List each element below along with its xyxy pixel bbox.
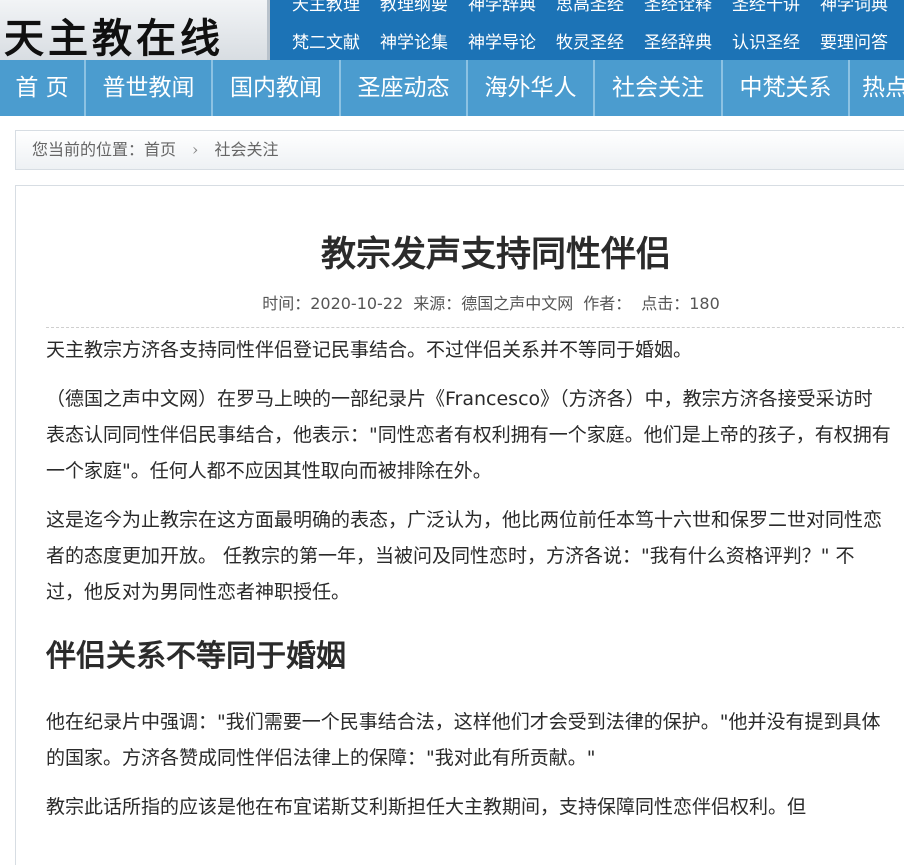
site-logo[interactable]: 天主教在线 [0,0,270,62]
toplink-theology-glossary[interactable]: 神学词典 [820,0,888,16]
article-time: 时间：2020-10-22 [262,294,404,313]
toplink-catechism[interactable]: 天主教理 [292,0,360,16]
toplink-bible-commentary[interactable]: 圣经诠释 [644,0,712,16]
breadcrumb-home-link[interactable]: 首页 [144,140,176,159]
article-container: 教宗发声支持同性伴侣 时间：2020-10-22 来源：德国之声中文网 作者： 点击：… [15,185,904,865]
toplink-sigao-bible[interactable]: 思高圣经 [556,0,624,16]
toplink-pastoral-bible[interactable]: 牧灵圣经 [556,32,624,54]
nav-sino-vatican[interactable]: 中梵关系 [723,60,850,116]
article-paragraph: 这是迄今为止教宗在这方面最明确的表态，广泛认为，他比两位前任本笃十六世和保罗二世… [46,509,883,603]
article-paragraph: 教宗此话所指的应该是他在布宜诺斯艾利斯担任大主教期间，支持保障同性恋伴侣权利。但 [46,796,807,818]
nav-holy-see[interactable]: 圣座动态 [341,60,468,116]
toplink-vatican-ii-documents[interactable]: 梵二文献 [292,32,360,54]
article-source: 来源：德国之声中文网 [413,294,574,313]
toplink-catechism-compendium[interactable]: 教理纲要 [380,0,448,16]
article-body: 天主教宗方济各支持同性伴侣登记民事结合。不过伴侣关系并不等同于婚姻。 （德国之声… [46,332,891,838]
article-title: 教宗发声支持同性伴侣 [320,235,671,275]
article-paragraph: 天主教宗方济各支持同性伴侣登记民事结合。不过伴侣关系并不等同于婚姻。 [46,339,693,361]
article-meta: 时间：2020-10-22 来源：德国之声中文网 作者： 点击：180 [16,290,904,314]
toplink-catechism-qa[interactable]: 要理问答 [820,32,888,54]
toplink-bible-dictionary[interactable]: 圣经辞典 [644,32,712,54]
breadcrumb-current-link[interactable]: 社会关注 [214,140,278,159]
main-nav: 首 页普世教闻 国内教闻 圣座动态 海外华人 社会关注 中梵关系 热点 [0,60,904,116]
toplink-know-the-bible[interactable]: 认识圣经 [732,32,800,54]
breadcrumb-prefix: 您当前的位置： [32,140,145,159]
nav-domestic-news[interactable]: 国内教闻 [213,60,341,116]
article-paragraph: （德国之声中文网）在罗马上映的一部纪录片《Francesco》（方济各）中，教宗… [46,388,891,482]
nav-home[interactable]: 首 页 [0,60,86,116]
nav-overseas-chinese[interactable]: 海外华人 [468,60,595,116]
article-clicks: 点击：180 [641,294,720,313]
article-author: 作者： [583,294,632,313]
top-links: 天主教理 教理纲要 神学辞典 思高圣经 圣经诠释 圣经十讲 神学词典 梵二文献 神学论集 神学导… [272,0,904,60]
nav-world-news[interactable]: 普世教闻 [86,60,213,116]
breadcrumb-separator: › [192,140,199,159]
article-subheading: 伴侣关系不等同于婚姻 [46,639,346,674]
article-paragraph: 他在纪录片中强调："我们需要一个民事结合法，这样他们才会受到法律的保护。"他并没… [46,711,881,769]
toplink-theology-essays[interactable]: 神学论集 [380,32,448,54]
toplink-bible-ten-lectures[interactable]: 圣经十讲 [732,0,800,16]
breadcrumb: 您当前的位置：首页 › 社会关注 [15,130,904,170]
nav-hot-topics[interactable]: 热点 [850,60,904,116]
site-header: 天主教在线 天主教理 教理纲要 神学辞典 思高圣经 圣经诠释 圣经十讲 神学词典 梵二文献神… [0,0,904,62]
toplink-theology-introduction[interactable]: 神学导论 [468,32,536,54]
top-links-row-1: 天主教理 教理纲要 神学辞典 思高圣经 圣经诠释 圣经十讲 神学词典 [272,0,888,16]
toplink-theology-dictionary[interactable]: 神学辞典 [468,0,536,16]
top-links-row-2: 梵二文献 神学论集 神学导论 牧灵圣经 圣经辞典 认识圣经 要理问答 [272,32,888,54]
nav-social-concern[interactable]: 社会关注 [595,60,723,116]
meta-divider [46,327,904,328]
site-logo-text: 天主教在线 [4,15,224,62]
